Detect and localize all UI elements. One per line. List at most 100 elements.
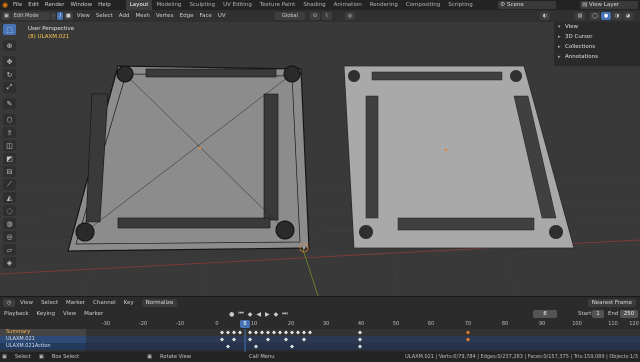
xray-icon[interactable]: ▨ bbox=[575, 12, 585, 20]
tab-scripting[interactable]: Scripting bbox=[444, 0, 476, 10]
end-frame-field[interactable]: 250 bbox=[620, 310, 638, 318]
blender-logo-icon[interactable]: ◉ bbox=[0, 0, 10, 10]
menu-render[interactable]: Render bbox=[42, 0, 68, 10]
shading-rendered-icon[interactable]: ◕ bbox=[623, 12, 633, 20]
face-select-button[interactable]: ■ bbox=[64, 12, 73, 20]
add-cube-tool-icon[interactable]: ⬡ bbox=[3, 114, 16, 125]
npanel-3d-cursor[interactable]: ▸ 3D Cursor bbox=[554, 32, 640, 42]
menu-vertex[interactable]: Vertex bbox=[153, 13, 177, 19]
tab-uv-editing[interactable]: UV Editing bbox=[219, 0, 256, 10]
rotate-tool-icon[interactable]: ↻ bbox=[3, 69, 16, 80]
viewport-overlays-icon[interactable]: ◐ bbox=[540, 12, 550, 20]
frame-ruler[interactable]: -30 -20 -10 0 10 20 30 40 50 60 70 80 90… bbox=[86, 320, 640, 329]
shading-solid-icon[interactable]: ● bbox=[601, 12, 611, 20]
transform-orientation-label: Global bbox=[282, 13, 298, 19]
edge-select-button[interactable]: / bbox=[57, 12, 64, 20]
transform-orientation-dropdown[interactable]: Global bbox=[275, 12, 305, 20]
menu-file[interactable]: File bbox=[10, 0, 25, 10]
prev-key-icon[interactable]: ◆ bbox=[246, 311, 255, 318]
record-icon[interactable]: ● bbox=[227, 311, 236, 318]
menu-uv[interactable]: UV bbox=[215, 13, 229, 19]
playback-menu[interactable]: Playback bbox=[0, 311, 33, 317]
tab-layout[interactable]: Layout bbox=[125, 0, 153, 10]
channel-summary[interactable]: Summary bbox=[0, 329, 86, 336]
shading-wireframe-icon[interactable]: ◯ bbox=[590, 12, 600, 20]
shading-material-icon[interactable]: ◑ bbox=[612, 12, 622, 20]
mouse-right-icon: ▣ bbox=[147, 354, 153, 360]
mode-dropdown[interactable]: Edit Mode bbox=[11, 12, 50, 20]
next-key-icon[interactable]: ◆ bbox=[272, 311, 281, 318]
menu-face[interactable]: Face bbox=[196, 13, 214, 19]
dopesheet-menu-select[interactable]: Select bbox=[37, 300, 62, 306]
npanel-view[interactable]: ▾ View bbox=[554, 22, 640, 32]
normalize-toggle[interactable]: Normalize bbox=[141, 298, 178, 307]
menu-help[interactable]: Help bbox=[95, 0, 114, 10]
knife-tool-icon[interactable]: ⟋ bbox=[3, 179, 16, 190]
shear-tool-icon[interactable]: ▱ bbox=[3, 244, 16, 255]
ruler-tick: 50 bbox=[392, 321, 400, 327]
npanel-collections[interactable]: ▸ Collections bbox=[554, 42, 640, 52]
tab-compositing[interactable]: Compositing bbox=[402, 0, 444, 10]
jump-start-icon[interactable]: ⏮ bbox=[236, 310, 245, 318]
scale-tool-icon[interactable]: ⤢ bbox=[3, 82, 16, 93]
editor-type-button[interactable]: ▣ bbox=[2, 12, 11, 20]
move-tool-icon[interactable]: ✥ bbox=[3, 56, 16, 67]
rip-tool-icon[interactable]: ◈ bbox=[3, 257, 16, 268]
dopesheet-editor-type-icon[interactable]: ◷ bbox=[3, 298, 15, 307]
scene-selector[interactable]: ⚙ Scene bbox=[498, 1, 556, 9]
menu-window[interactable]: Window bbox=[67, 0, 95, 10]
loop-cut-tool-icon[interactable]: ⊟ bbox=[3, 166, 16, 177]
cursor-tool-icon[interactable]: ⊕ bbox=[3, 40, 16, 51]
spin-tool-icon[interactable]: ◌ bbox=[3, 205, 16, 216]
channel-filter-row[interactable] bbox=[0, 320, 86, 329]
snap-icon[interactable]: ⌇ bbox=[322, 12, 332, 20]
menu-mesh[interactable]: Mesh bbox=[132, 13, 152, 19]
extrude-tool-icon[interactable]: ⇪ bbox=[3, 127, 16, 138]
menu-edit[interactable]: Edit bbox=[25, 0, 42, 10]
menu-select[interactable]: Select bbox=[93, 13, 116, 19]
annotate-tool-icon[interactable]: ✎ bbox=[3, 98, 16, 109]
select-box-tool-icon[interactable]: ⬚ bbox=[3, 24, 16, 35]
poly-build-tool-icon[interactable]: ◭ bbox=[3, 192, 16, 203]
tab-rendering[interactable]: Rendering bbox=[366, 0, 402, 10]
dopesheet-menu-key[interactable]: Key bbox=[120, 300, 138, 306]
tab-sculpting[interactable]: Sculpting bbox=[185, 0, 219, 10]
interpolation-dropdown[interactable]: Nearest Frame bbox=[587, 298, 636, 307]
pivot-point-icon[interactable]: ⊙ bbox=[310, 12, 320, 20]
current-frame-field[interactable]: 8 bbox=[533, 310, 557, 318]
jump-end-icon[interactable]: ⏭ bbox=[280, 310, 289, 318]
tab-animation[interactable]: Animation bbox=[330, 0, 366, 10]
play-icon[interactable]: ▶ bbox=[263, 311, 272, 318]
ruler-tick: 60 bbox=[427, 321, 435, 327]
view-layer-selector[interactable]: ▤ View Layer bbox=[580, 1, 638, 9]
shrink-fatten-tool-icon[interactable]: ◎ bbox=[3, 231, 16, 242]
start-frame-field[interactable]: 1 bbox=[592, 310, 604, 318]
channel-action[interactable]: ULAXM.021Action bbox=[0, 343, 86, 350]
keying-menu[interactable]: Keying bbox=[33, 311, 59, 317]
vertex-select-button[interactable]: · bbox=[50, 12, 57, 20]
menu-edge[interactable]: Edge bbox=[177, 13, 197, 19]
channel-object[interactable]: ULAXM.021 bbox=[0, 336, 86, 343]
dopesheet-menu-view[interactable]: View bbox=[16, 300, 37, 306]
proportional-edit-icon[interactable]: ◎ bbox=[345, 12, 355, 20]
playhead-frame-indicator[interactable]: 8 bbox=[240, 320, 250, 328]
3d-viewport[interactable]: User Perspective (8) ULAXM.021 bbox=[0, 22, 640, 296]
dopesheet-area[interactable]: Summary ULAXM.021 ULAXM.021Action -30 -2… bbox=[0, 320, 640, 352]
tab-modeling[interactable]: Modeling bbox=[152, 0, 185, 10]
ruler-tick: 110 bbox=[608, 321, 618, 327]
timeline-marker-menu[interactable]: Marker bbox=[80, 311, 107, 317]
inset-tool-icon[interactable]: ◫ bbox=[3, 140, 16, 151]
play-reverse-icon[interactable]: ◀ bbox=[254, 311, 263, 318]
smooth-tool-icon[interactable]: ◍ bbox=[3, 218, 16, 229]
tab-shading[interactable]: Shading bbox=[299, 0, 329, 10]
menu-add[interactable]: Add bbox=[116, 13, 133, 19]
timeline-view-menu[interactable]: View bbox=[59, 311, 80, 317]
tab-texture-paint[interactable]: Texture Paint bbox=[256, 0, 300, 10]
status-box-select: Box Select bbox=[51, 354, 80, 360]
ruler-tick: 70 bbox=[464, 321, 472, 327]
npanel-annotations[interactable]: ▸ Annotations bbox=[554, 52, 640, 62]
menu-view[interactable]: View bbox=[74, 13, 93, 19]
bevel-tool-icon[interactable]: ◩ bbox=[3, 153, 16, 164]
dopesheet-menu-channel[interactable]: Channel bbox=[89, 300, 120, 306]
dopesheet-menu-marker[interactable]: Marker bbox=[62, 300, 89, 306]
